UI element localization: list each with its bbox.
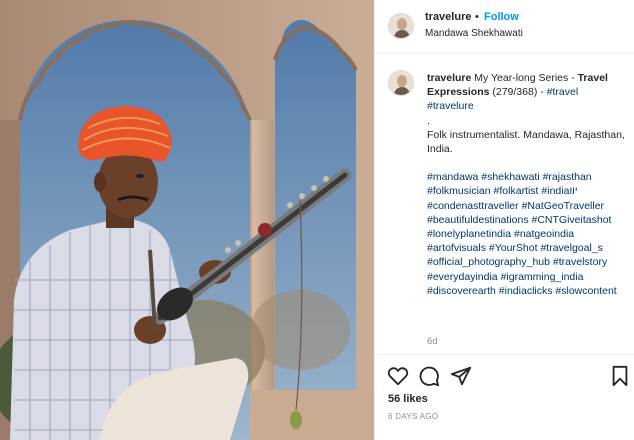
- hashtag[interactable]: #everydayindia: [427, 271, 498, 283]
- hashtag[interactable]: #artofvisuals: [427, 242, 486, 254]
- hashtag[interactable]: #travelgoal_s: [540, 242, 602, 254]
- hashtag[interactable]: #slowcontent: [555, 285, 616, 297]
- paper-plane-icon[interactable]: [450, 365, 472, 387]
- caption-dot: .: [427, 114, 430, 127]
- bookmark-icon[interactable]: [609, 365, 631, 387]
- hashtag[interactable]: #indiaclicks: [499, 285, 553, 297]
- caption-body: Folk instrumentalist. Mandawa, Rajasthan…: [427, 128, 625, 156]
- hashtag[interactable]: #YourShot: [489, 242, 538, 254]
- post-timestamp[interactable]: 6 DAYS AGO: [388, 412, 438, 421]
- follow-button[interactable]: Follow: [484, 11, 519, 23]
- hashtag[interactable]: #folkartist: [494, 185, 539, 197]
- post-actions: 56 likes 6 DAYS AGO: [375, 354, 634, 440]
- header-separator: •: [475, 11, 479, 23]
- photo-image: [0, 0, 374, 440]
- heart-icon[interactable]: [387, 365, 409, 387]
- hashtag[interactable]: #NatGeoTraveller: [522, 200, 604, 212]
- hashtag[interactable]: #natgeoindia: [514, 228, 574, 240]
- header-username[interactable]: travelure: [425, 11, 471, 23]
- post-details-panel: travelure • Follow Mandawa Shekhawati tr…: [374, 0, 634, 440]
- caption-username[interactable]: travelure: [427, 72, 471, 84]
- comment-icon[interactable]: [418, 365, 440, 387]
- caption-avatar[interactable]: [388, 70, 414, 96]
- caption-hashtags: #mandawa #shekhawati #rajasthan #folkmus…: [427, 170, 627, 298]
- post-caption: travelure My Year-long Series - Travel E…: [427, 71, 627, 298]
- hashtag[interactable]: #folkmusician: [427, 185, 491, 197]
- avatar[interactable]: [388, 13, 414, 39]
- hashtag[interactable]: #beautifuldestinations: [427, 214, 529, 226]
- hashtag[interactable]: #lonelyplanetindia: [427, 228, 511, 240]
- likes-count[interactable]: 56 likes: [388, 393, 428, 405]
- hashtag[interactable]: #mandawa: [427, 171, 478, 183]
- post-photo[interactable]: [0, 0, 374, 440]
- hashtag[interactable]: #official_photography_hub: [427, 256, 550, 268]
- hashtag[interactable]: #travelstory: [553, 256, 607, 268]
- avatar-image: [389, 71, 413, 95]
- hashtag[interactable]: #igramming_india: [501, 271, 584, 283]
- caption-spacer: [427, 156, 627, 170]
- location-link[interactable]: Mandawa Shekhawati: [425, 28, 523, 39]
- hashtag[interactable]: #CNTGiveitashot: [532, 214, 612, 226]
- caption-lead: My Year-long Series -: [474, 72, 575, 84]
- avatar-image: [389, 14, 413, 38]
- hashtag[interactable]: #indiaיוו: [541, 185, 577, 197]
- hashtag[interactable]: #condenasttraveller: [427, 200, 519, 212]
- hashtag[interactable]: #rajasthan: [543, 171, 592, 183]
- hashtag[interactable]: #shekhawati: [481, 171, 539, 183]
- caption-series-count: (279/368) -: [492, 86, 544, 99]
- post-header: travelure • Follow Mandawa Shekhawati: [375, 0, 634, 53]
- caption-age[interactable]: 6d: [427, 336, 438, 347]
- hashtag[interactable]: #discoverearth: [427, 285, 496, 297]
- comments-area[interactable]: travelure My Year-long Series - Travel E…: [375, 54, 634, 354]
